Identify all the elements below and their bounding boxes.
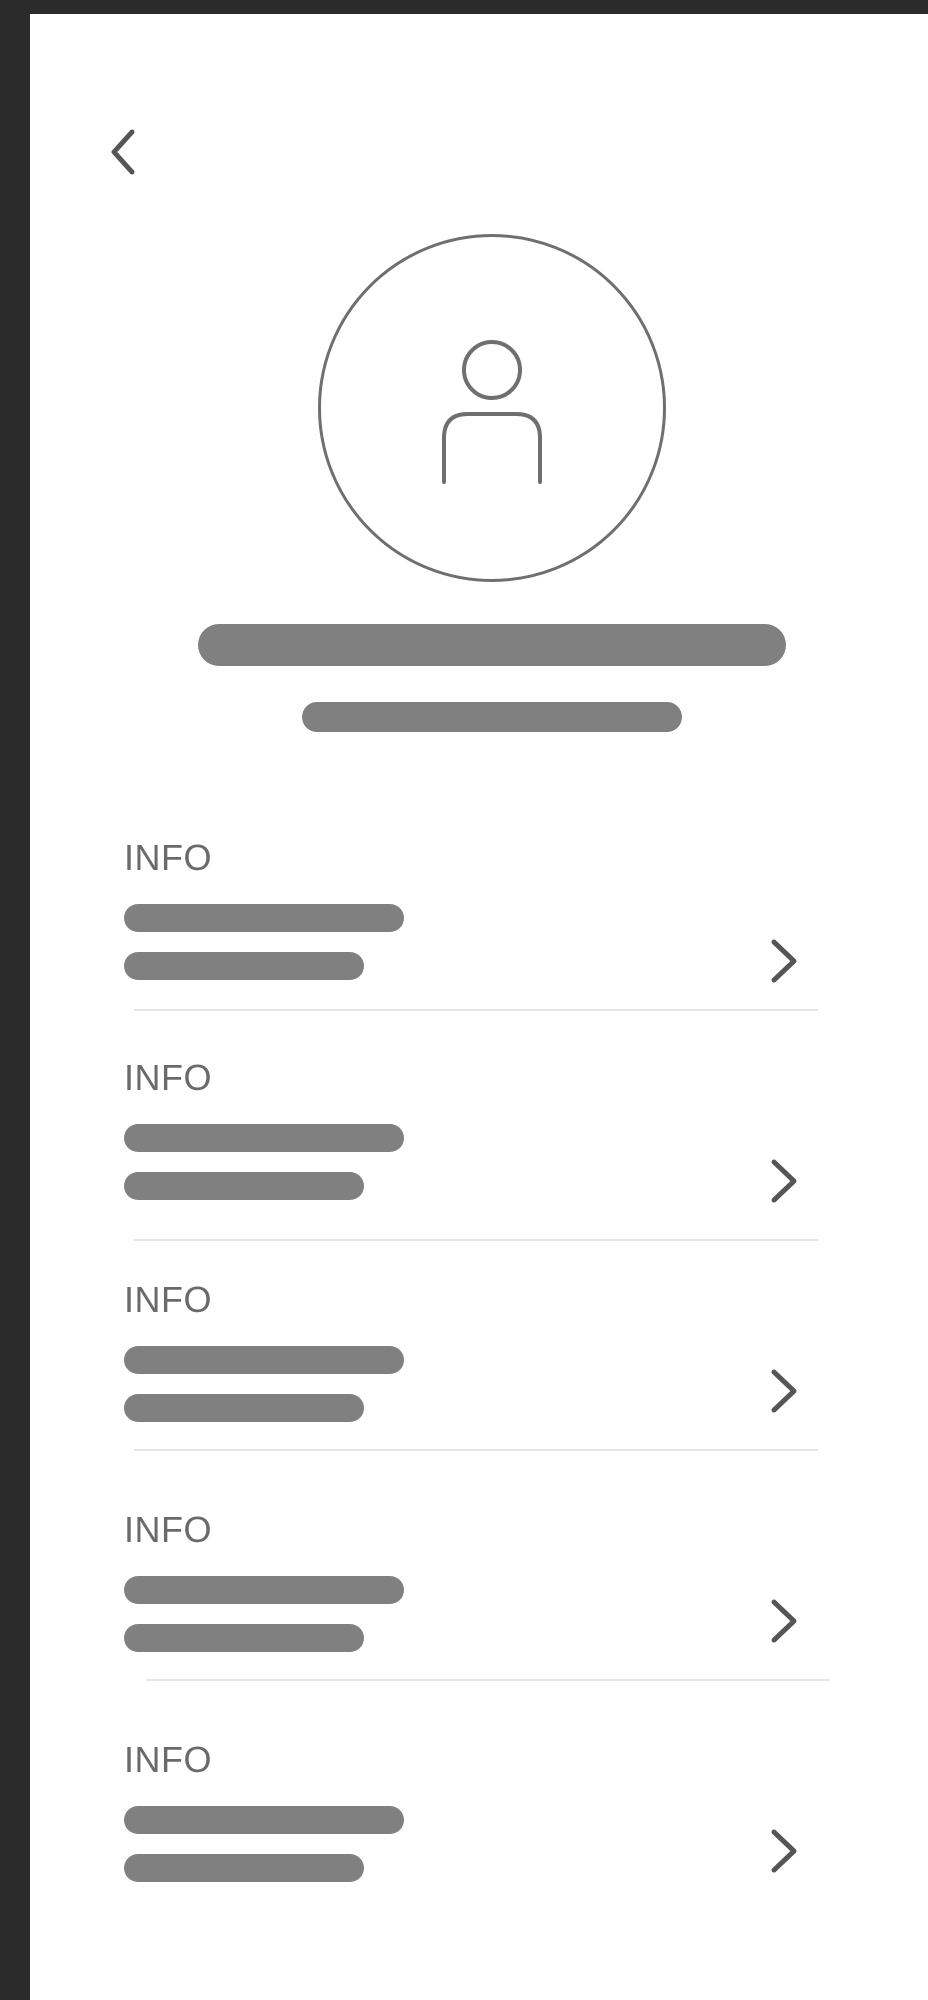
- chevron-right-icon: [771, 1599, 797, 1643]
- line-placeholder: [124, 1854, 364, 1882]
- back-button[interactable]: [104, 124, 144, 180]
- line-placeholder: [124, 1624, 364, 1652]
- chevron-right-icon: [771, 939, 797, 983]
- list-item[interactable]: INFO: [124, 1512, 824, 1672]
- list-item[interactable]: INFO: [124, 840, 824, 1000]
- info-label: INFO: [124, 1279, 212, 1320]
- divider: [134, 1239, 818, 1241]
- line-placeholder: [124, 904, 404, 932]
- chevron-left-icon: [111, 129, 135, 175]
- line-placeholder: [124, 1124, 404, 1152]
- line-placeholder: [124, 952, 364, 980]
- list-item[interactable]: INFO: [124, 1282, 824, 1442]
- info-label: INFO: [124, 837, 212, 878]
- divider: [146, 1679, 830, 1681]
- line-placeholder: [124, 1806, 404, 1834]
- list-item[interactable]: INFO: [124, 1742, 824, 1902]
- info-label: INFO: [124, 1739, 212, 1780]
- info-label: INFO: [124, 1057, 212, 1098]
- line-placeholder: [124, 1172, 364, 1200]
- subtitle-placeholder: [302, 702, 682, 732]
- line-placeholder: [124, 1394, 364, 1422]
- line-placeholder: [124, 1346, 404, 1374]
- divider: [134, 1449, 818, 1451]
- name-placeholder: [198, 624, 786, 666]
- chevron-right-icon: [771, 1159, 797, 1203]
- line-placeholder: [124, 1576, 404, 1604]
- person-icon: [442, 340, 542, 484]
- divider: [134, 1009, 818, 1011]
- info-label: INFO: [124, 1509, 212, 1550]
- chevron-right-icon: [771, 1369, 797, 1413]
- chevron-right-icon: [771, 1829, 797, 1873]
- list-item[interactable]: INFO: [124, 1060, 824, 1220]
